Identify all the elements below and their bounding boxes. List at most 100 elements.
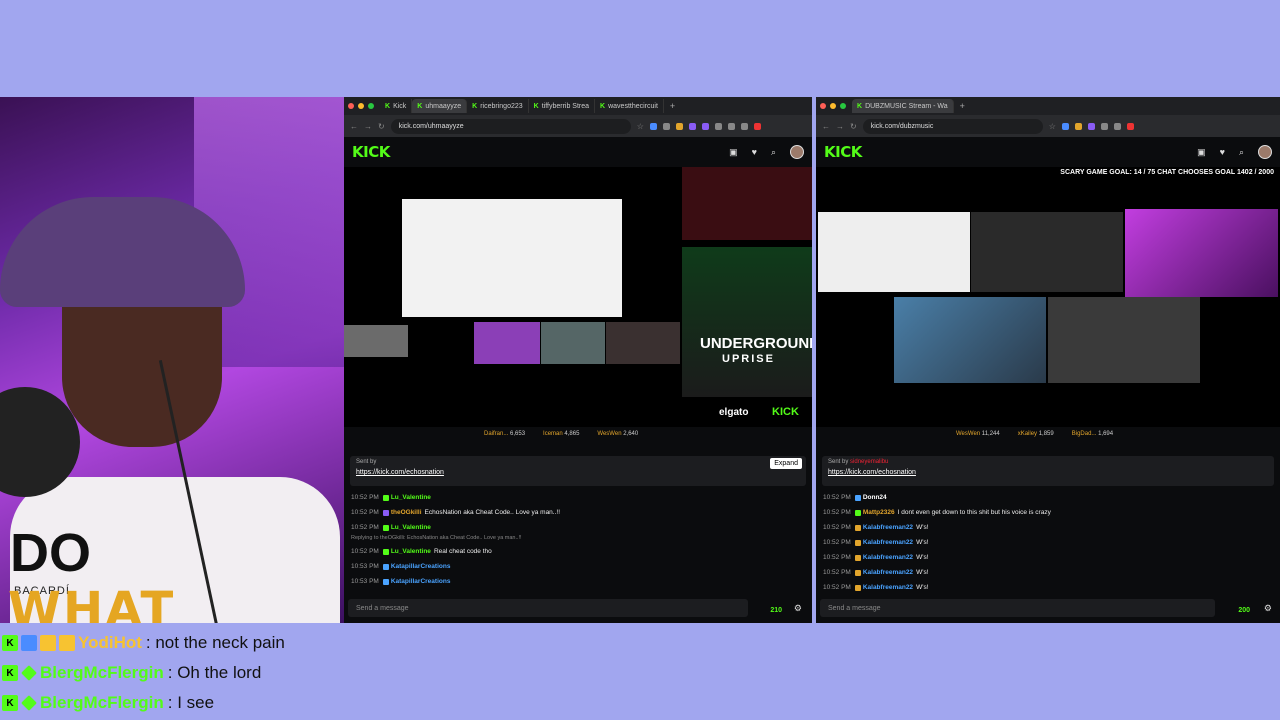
avatar[interactable] xyxy=(1258,145,1272,159)
calendar-icon[interactable]: ▣ xyxy=(1197,147,1206,158)
chat-message: 10:53 PM KatapillarCreations xyxy=(351,578,451,585)
webcam-feed: BACARDÍ DO WHAT xyxy=(0,97,344,623)
embedded-window xyxy=(818,212,970,292)
overlay-username: YodiHot xyxy=(78,633,142,652)
browser-tab[interactable]: K Kick xyxy=(380,99,413,113)
extension-icon[interactable] xyxy=(740,122,748,130)
forward-icon[interactable]: → xyxy=(836,122,844,131)
chat-message: 10:52 PM theOGkilli EchosNation aka Cheat … xyxy=(351,509,561,516)
extension-icon[interactable] xyxy=(649,122,657,130)
stream-player[interactable]: UNDERGROUND UPRISE elgato KICK xyxy=(344,167,812,427)
event-subtitle: UPRISE xyxy=(722,353,775,365)
tab-bar: K DUBZMUSIC Stream - Wa + xyxy=(816,97,1280,115)
pinned-link[interactable]: https://kick.com/echosnation xyxy=(828,469,1268,476)
extension-icon[interactable] xyxy=(1126,122,1134,130)
bookmark-star-icon[interactable]: ☆ xyxy=(1049,122,1056,131)
extension-icon[interactable] xyxy=(701,122,709,130)
chat-message: 10:52 PM Kalabfreeman22 W's! xyxy=(823,524,929,531)
tab-label: DUBZMUSIC Stream - Wa xyxy=(865,102,948,110)
download-icon[interactable] xyxy=(1113,122,1121,130)
extension-icon[interactable] xyxy=(753,122,761,130)
tab-label: uhmaayyze xyxy=(425,102,462,110)
bookmark-star-icon[interactable]: ☆ xyxy=(637,122,644,131)
badge-icon xyxy=(40,635,56,651)
pinned-link[interactable]: https://kick.com/echosnation xyxy=(356,469,800,476)
sponsor-item: Iceman 4,865 xyxy=(543,431,580,437)
kick-logo[interactable]: KICK xyxy=(824,143,862,161)
stream-thumbnail xyxy=(606,322,680,364)
browser-tab[interactable]: Kuhmaayyze xyxy=(412,99,468,113)
overlay-chat-line: K BlergMcFlergin : I see xyxy=(0,688,700,718)
camera-thumbnail xyxy=(1048,297,1200,383)
forward-icon[interactable]: → xyxy=(364,122,372,131)
chat-input[interactable]: Send a message xyxy=(348,599,748,617)
chat-message: 10:52 PM Kalabfreeman22 W's! xyxy=(823,539,929,546)
sponsor-item: xKailey 1,859 xyxy=(1017,431,1054,437)
tab-label: wavestthecircuit xyxy=(608,102,658,110)
pinned-sender-label: Sent by xyxy=(828,459,849,465)
heart-icon[interactable]: ♥ xyxy=(1220,147,1225,157)
sponsor-row: WesWen 11,244 xKailey 1,859 BigDad... 1,… xyxy=(816,427,1280,441)
extension-icon[interactable] xyxy=(1087,122,1095,130)
goal-banner: SCARY GAME GOAL: 14 / 75 CHAT CHOOSES GO… xyxy=(1060,169,1274,176)
window-controls xyxy=(348,103,374,109)
new-tab-button[interactable]: + xyxy=(954,101,971,111)
chat-message: 10:52 PM Kalabfreeman22 W's! xyxy=(823,584,929,591)
address-bar-row: ← → ↻ kick.com/dubzmusic ☆ xyxy=(816,115,1280,137)
reload-icon[interactable]: ↻ xyxy=(850,122,857,131)
browser-tab[interactable]: K DUBZMUSIC Stream - Wa xyxy=(852,99,954,113)
pinned-sender-label: Sent by xyxy=(356,459,377,465)
sponsor-item: WesWen 11,244 xyxy=(956,431,1000,437)
url-field[interactable]: kick.com/dubzmusic xyxy=(862,118,1043,134)
kick-logo[interactable]: KICK xyxy=(352,143,390,161)
extension-icon[interactable] xyxy=(688,122,696,130)
gear-icon[interactable]: ⚙ xyxy=(794,603,802,614)
expand-button[interactable]: Expand xyxy=(770,458,802,469)
download-icon[interactable] xyxy=(727,122,735,130)
browser-tab[interactable]: Kwavestthecircuit xyxy=(595,99,664,113)
heart-icon[interactable]: ♥ xyxy=(752,147,757,157)
new-tab-button[interactable]: + xyxy=(664,101,681,111)
browser-tab[interactable]: Ktiffyberrib Strea xyxy=(529,99,596,113)
chat-message: 10:52 PM Mattp2326 I dont even get down to… xyxy=(823,509,1051,516)
calendar-icon[interactable]: ▣ xyxy=(729,147,738,158)
maximize-window-button[interactable] xyxy=(840,103,846,109)
crown-icon xyxy=(59,635,75,651)
kick-watermark: KICK xyxy=(772,406,799,418)
back-icon[interactable]: ← xyxy=(350,122,358,131)
back-icon[interactable]: ← xyxy=(822,122,830,131)
stream-thumbnail xyxy=(474,322,540,364)
close-window-button[interactable] xyxy=(348,103,354,109)
extension-icon[interactable] xyxy=(714,122,722,130)
shirt-line-1: DO xyxy=(10,523,91,583)
close-window-button[interactable] xyxy=(820,103,826,109)
extension-icon[interactable] xyxy=(1074,122,1082,130)
browser-tab[interactable]: Kricebringo223 xyxy=(467,99,529,113)
extension-icon[interactable] xyxy=(1100,122,1108,130)
minimize-window-button[interactable] xyxy=(830,103,836,109)
badge-icon xyxy=(21,635,37,651)
maximize-window-button[interactable] xyxy=(368,103,374,109)
tab-label: tiffyberrib Strea xyxy=(541,102,590,110)
extension-icon[interactable] xyxy=(675,122,683,130)
url-field[interactable]: kick.com/uhmaayyze xyxy=(390,118,631,134)
stream-player[interactable]: SCARY GAME GOAL: 14 / 75 CHAT CHOOSES GO… xyxy=(816,167,1280,427)
extension-icon[interactable] xyxy=(662,122,670,130)
minimize-window-button[interactable] xyxy=(358,103,364,109)
viewer-count: 210 xyxy=(770,607,782,614)
chat-input[interactable]: Send a message xyxy=(820,599,1215,617)
camera-thumbnail xyxy=(1125,209,1278,297)
search-icon[interactable]: ⌕ xyxy=(1239,147,1244,158)
overlay-username: BlergMcFlergin xyxy=(40,693,164,712)
avatar[interactable] xyxy=(790,145,804,159)
kick-badge-icon: K xyxy=(2,665,18,681)
screen-thumbnail xyxy=(971,212,1123,292)
reload-icon[interactable]: ↻ xyxy=(378,122,385,131)
kick-header: KICK ▣ ♥ ⌕ xyxy=(344,137,812,167)
gear-icon[interactable]: ⚙ xyxy=(1264,603,1272,614)
extension-icon[interactable] xyxy=(1061,122,1069,130)
search-icon[interactable]: ⌕ xyxy=(771,147,776,158)
kick-badge-icon: K xyxy=(2,695,18,711)
chat-message: 10:52 PM Donn24 xyxy=(823,494,887,501)
pinned-user[interactable]: sidneyemalibu xyxy=(850,459,888,465)
